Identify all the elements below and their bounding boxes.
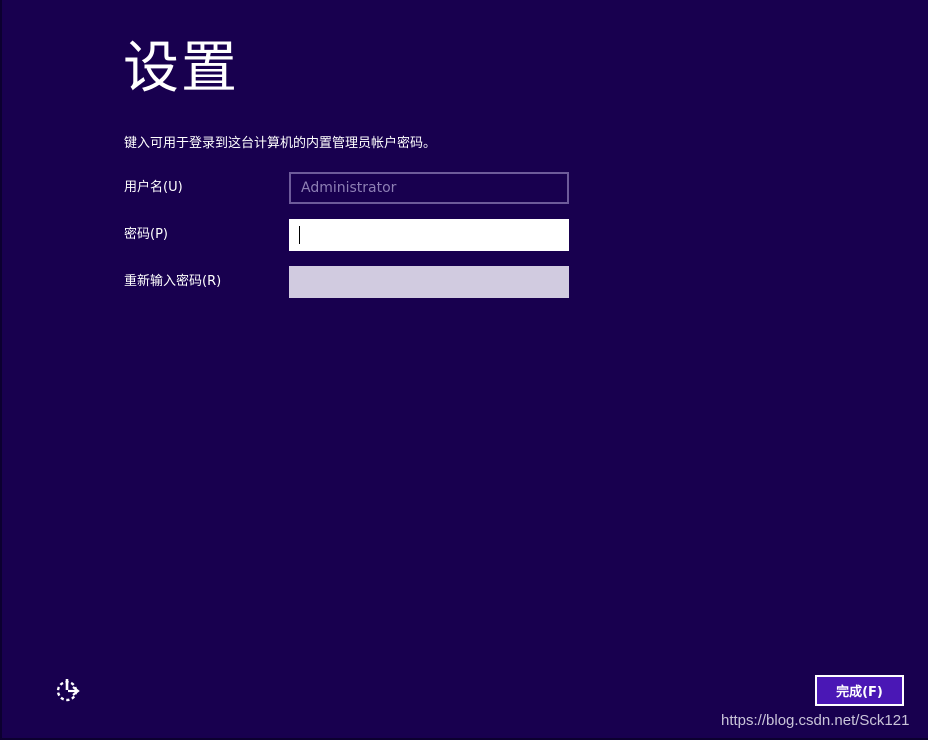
password-label: 密码(P) bbox=[124, 227, 168, 242]
text-caret bbox=[299, 226, 300, 244]
username-field bbox=[289, 172, 569, 204]
ease-of-access-icon[interactable] bbox=[54, 676, 82, 704]
instruction-text: 键入可用于登录到这台计算机的内置管理员帐户密码。 bbox=[124, 136, 437, 151]
reenter-password-label: 重新输入密码(R) bbox=[124, 274, 222, 289]
finish-button[interactable]: 完成(F) bbox=[815, 675, 904, 706]
username-label: 用户名(U) bbox=[124, 180, 183, 195]
page-title: 设置 bbox=[123, 36, 239, 101]
window-border-left bbox=[0, 0, 2, 740]
password-field[interactable] bbox=[289, 219, 569, 251]
watermark-text: https://blog.csdn.net/Sck121 bbox=[721, 712, 910, 729]
reenter-password-field bbox=[289, 266, 569, 298]
